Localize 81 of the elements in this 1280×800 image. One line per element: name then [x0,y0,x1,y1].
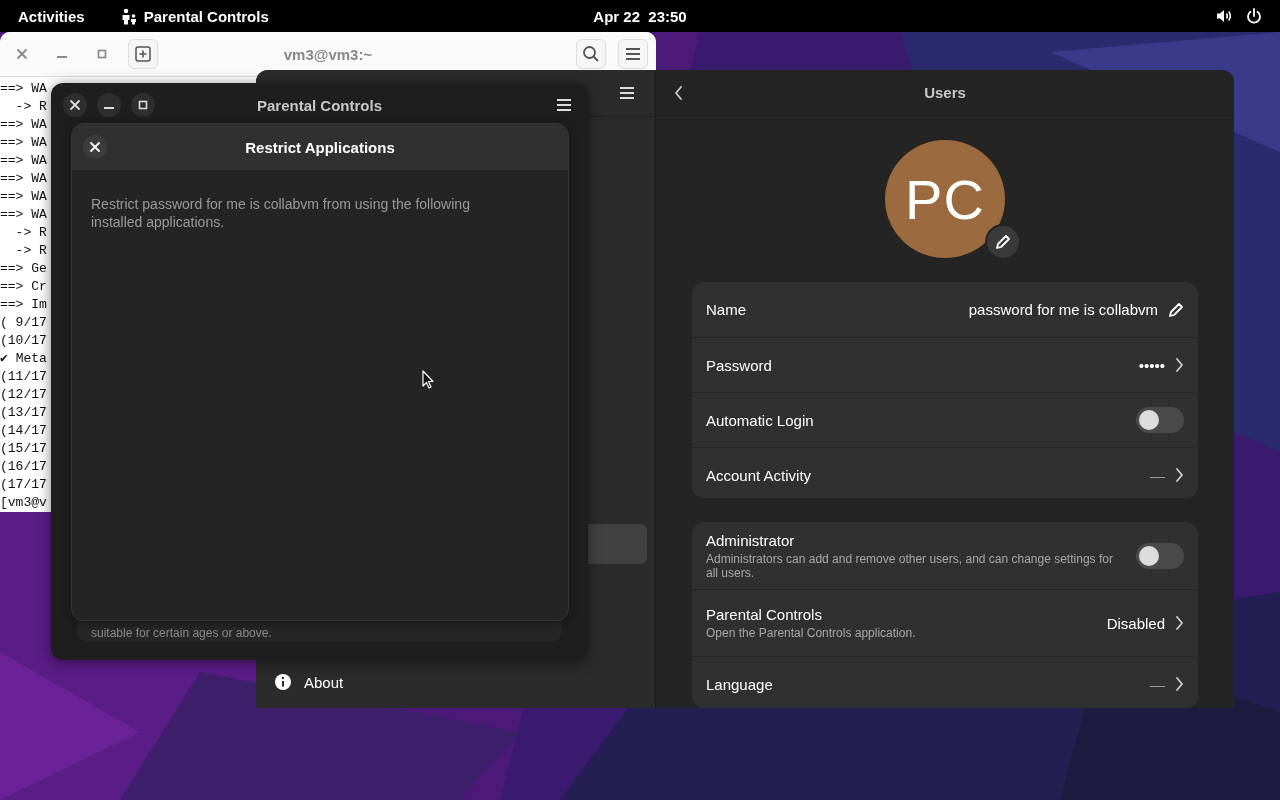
terminal-line: -> R [14,242,47,260]
row-label: Name [706,301,747,319]
row-value: ••••• [1138,356,1165,374]
terminal-line: ==> WA [0,170,47,188]
new-tab-button[interactable] [128,39,158,69]
terminal-line: ==> WA [0,152,47,170]
close-button[interactable] [83,135,107,159]
menu-icon [556,97,572,113]
terminal-line: -> R [14,98,47,116]
row-value: password for me is collabvm [968,301,1158,319]
minimize-icon [104,107,114,109]
dialog-description: Restrict password for me is collabvm from using the following installed applications. [91,195,471,231]
app-menu[interactable]: Parental Controls [120,7,269,25]
plus-icon [135,46,151,62]
row-value: — [1150,466,1165,484]
terminal-line: ( 9/17 [0,314,47,332]
cursor-icon [422,370,434,389]
terminal-line: ✔ Meta [0,350,47,368]
window-title: vm3@vm3:~ [283,45,373,63]
row-value: — [1150,675,1165,693]
terminal-line: (17/17 [0,476,47,494]
terminal-line: (12/17 [0,386,47,404]
toggle-switch[interactable] [1136,407,1184,434]
maximize-icon [137,99,149,111]
family-icon [120,7,138,25]
row-value: Disabled [1106,614,1165,632]
terminal-line: ==> WA [0,80,47,98]
chevron-icon [1175,468,1184,483]
search-icon [582,45,600,63]
card-description: suitable for certain ages or above. [91,626,272,640]
row-label: Account Activity [706,466,813,484]
row-label: Automatic Login [706,411,815,429]
window-title: Parental Controls [257,96,382,114]
menu-icon [619,85,635,101]
menu-icon [625,46,641,62]
row-label: Password [706,356,773,374]
dialog-title: Restrict Applications [245,138,395,156]
close-icon [16,48,28,60]
clock[interactable]: Apr 22 23:50 [593,7,687,25]
volume-icon[interactable] [1216,8,1232,24]
terminal-line: ==> WA [0,188,47,206]
terminal-line: ==> Im [0,296,47,314]
chevron-icon [1175,677,1184,692]
row-label: Administrator [706,531,796,549]
close-icon [69,99,81,111]
maximize-button[interactable] [131,93,155,117]
pencil-icon [995,234,1011,251]
terminal-line: ==> Ge [0,260,47,278]
terminal-line: (13/17 [0,404,47,422]
minimize-button[interactable] [97,93,121,117]
terminal-line: (15/17 [0,440,47,458]
terminal-line: -> R [14,224,47,242]
search-button[interactable] [576,39,606,69]
menu-button[interactable] [618,39,648,69]
info-icon [274,673,292,691]
maximize-icon [96,48,108,60]
minimize-icon [57,56,67,58]
row-description: Administrators can add and remove other users, and can change settings for all users. [706,551,1114,580]
close-icon [89,141,101,153]
row-description: Open the Parental Controls application. [706,626,917,641]
row-label: Parental Controls [706,606,823,624]
chevron-left-icon [674,85,683,100]
sidebar-item[interactable]: About [264,662,647,702]
activities-button[interactable]: Activities [10,7,93,25]
terminal-line: (10/17 [0,332,47,350]
close-button[interactable] [63,93,87,117]
terminal-line: (16/17 [0,458,47,476]
terminal-line: [vm3@v [0,494,47,512]
terminal-line: (14/17 [0,422,47,440]
power-icon[interactable] [1246,8,1262,24]
chevron-icon [1175,358,1184,373]
row-label: Language [706,675,774,693]
terminal-line: ==> WA [0,116,47,134]
terminal-line: ==> WA [0,206,47,224]
pencil-icon[interactable] [1168,301,1184,318]
panel-title: Users [924,84,966,102]
toggle-switch[interactable] [1136,542,1184,569]
terminal-line: ==> Cr [0,278,47,296]
terminal-line: (11/17 [0,368,47,386]
terminal-line: ==> WA [0,134,47,152]
chevron-icon [1175,616,1184,631]
